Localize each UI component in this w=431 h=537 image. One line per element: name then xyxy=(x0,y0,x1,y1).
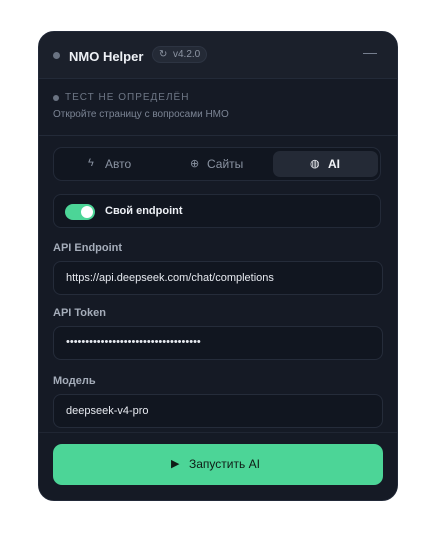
brain-icon: ◍ xyxy=(310,158,320,170)
token-value: ••••••••••••••••••••••••••••••••••• xyxy=(66,336,201,348)
endpoint-label: API Endpoint xyxy=(53,242,123,254)
run-ai-button[interactable]: ▶ Запустить AI xyxy=(53,444,383,485)
status-dot-icon xyxy=(53,52,60,59)
endpoint-value: https://api.deepseek.com/chat/completion… xyxy=(66,272,274,284)
token-field[interactable]: ••••••••••••••••••••••••••••••••••• xyxy=(53,326,383,360)
divider xyxy=(39,135,397,136)
custom-endpoint-label: Свой endpoint xyxy=(105,205,183,217)
model-value: deepseek-v4-pro xyxy=(66,405,149,417)
test-status-title: ТЕСТ НЕ ОПРЕДЕЛЁН xyxy=(65,92,190,103)
tab-ai[interactable]: ◍ AI xyxy=(273,151,378,177)
model-label: Модель xyxy=(53,375,96,387)
app-title: NMO Helper xyxy=(69,49,144,64)
run-ai-label: Запустить AI xyxy=(189,457,260,471)
bolt-icon: ϟ xyxy=(88,157,94,169)
minimize-button[interactable]: — xyxy=(363,44,377,60)
test-status-dot-icon xyxy=(53,95,59,101)
token-label: API Token xyxy=(53,307,106,319)
toggle-knob xyxy=(81,206,93,218)
endpoint-field[interactable]: https://api.deepseek.com/chat/completion… xyxy=(53,261,383,295)
tab-auto[interactable]: ϟ Авто xyxy=(58,151,158,177)
test-status-hint: Откройте страницу с вопросами НМО xyxy=(53,109,229,120)
tab-sites[interactable]: ⊕ Сайты xyxy=(166,151,266,177)
nmo-helper-panel: NMO Helper ↻ v4.2.0 — ТЕСТ НЕ ОПРЕДЕЛЁН … xyxy=(38,31,398,501)
model-field[interactable]: deepseek-v4-pro xyxy=(53,394,383,428)
tab-label: Авто xyxy=(105,157,132,171)
refresh-icon: ↻ xyxy=(159,49,168,60)
custom-endpoint-row: Свой endpoint xyxy=(53,194,381,228)
panel-header[interactable]: NMO Helper ↻ v4.2.0 — xyxy=(39,32,397,79)
custom-endpoint-toggle[interactable] xyxy=(65,204,95,220)
play-icon: ▶ xyxy=(171,458,180,470)
mode-tabs: ϟ Авто ⊕ Сайты ◍ AI xyxy=(53,147,381,181)
version-badge: ↻ v4.2.0 xyxy=(152,46,207,63)
globe-icon: ⊕ xyxy=(190,158,200,170)
tab-label: Сайты xyxy=(207,157,244,171)
version-label: v4.2.0 xyxy=(173,49,201,60)
tab-label: AI xyxy=(328,157,340,171)
